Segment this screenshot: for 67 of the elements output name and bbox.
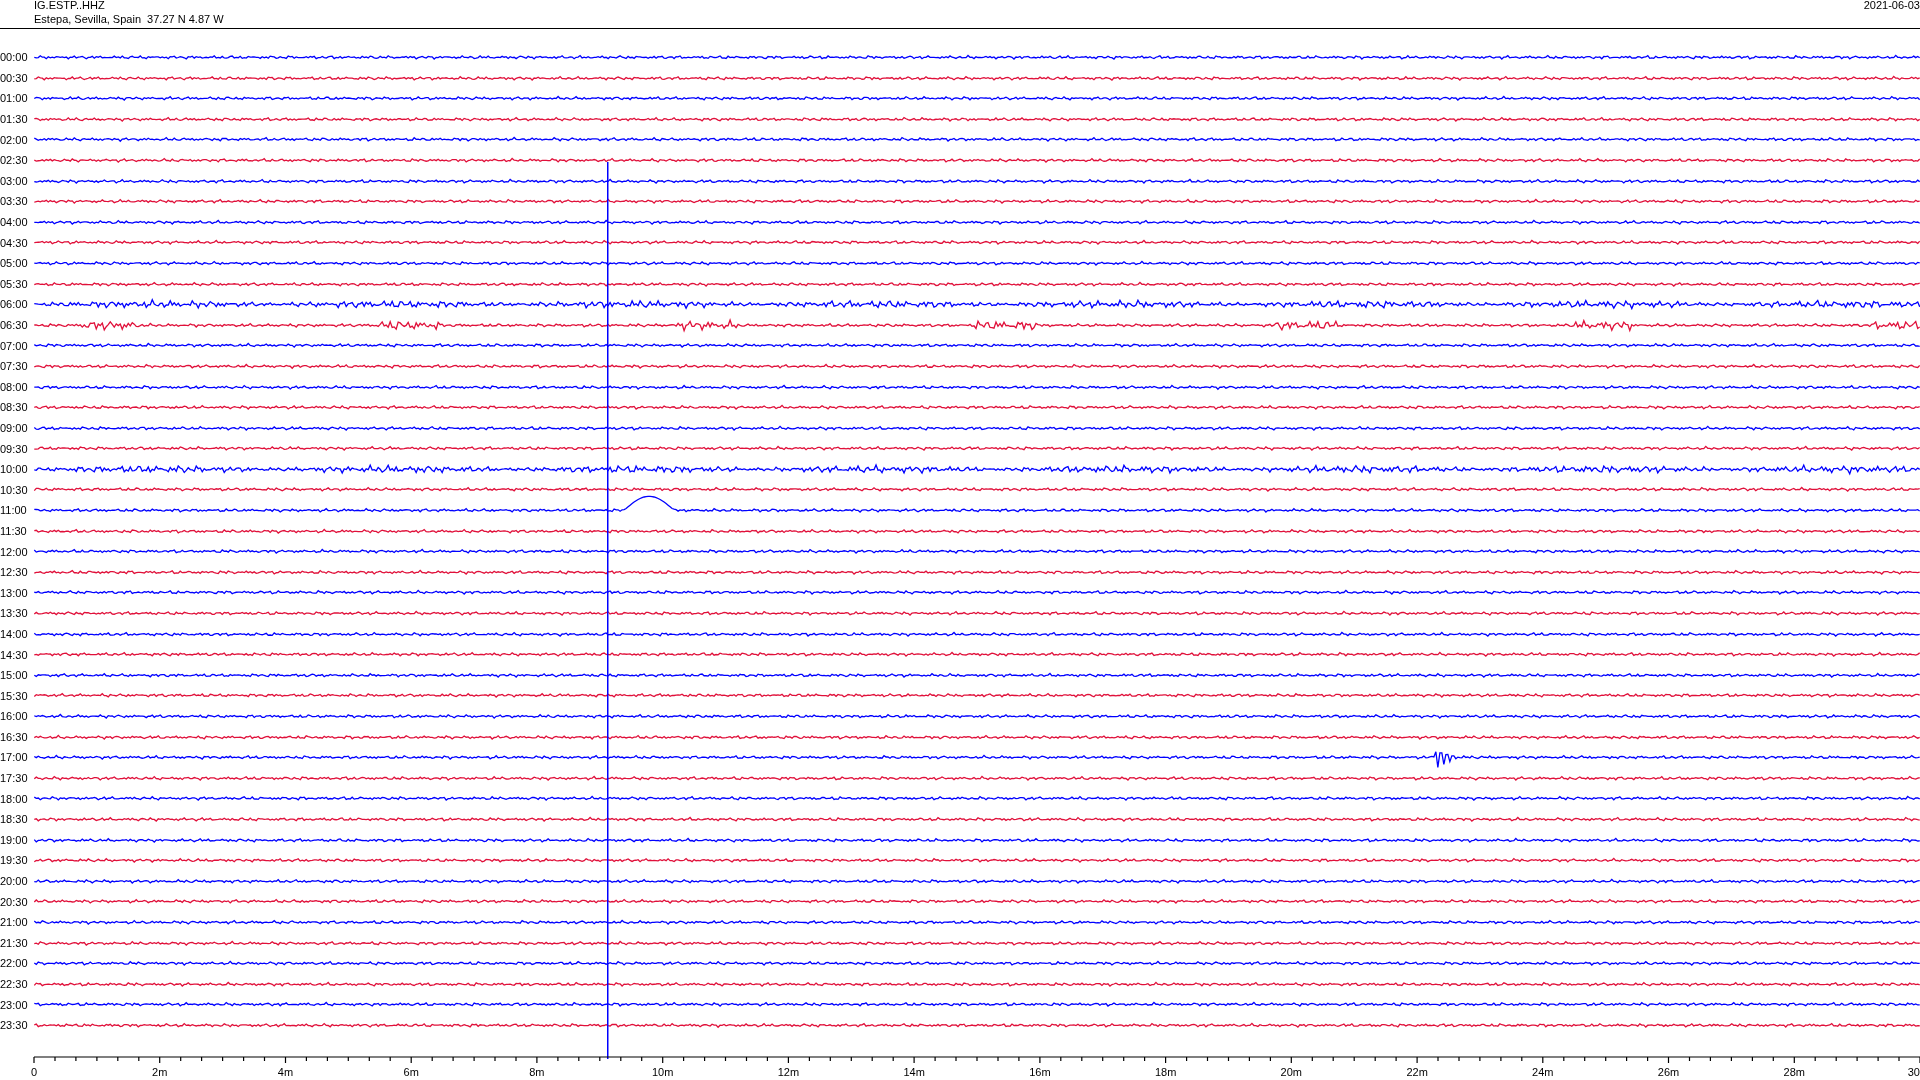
axis-tick-label: 16m xyxy=(1029,1066,1051,1078)
axis-tick-label: 12m xyxy=(777,1066,800,1078)
time-label: 02:00 xyxy=(0,133,29,146)
time-label: 15:30 xyxy=(0,689,29,702)
time-label: 07:00 xyxy=(0,339,29,352)
time-label: 21:00 xyxy=(0,916,29,929)
time-label: 06:30 xyxy=(0,319,29,331)
time-label: 21:30 xyxy=(0,936,29,949)
time-label: 20:30 xyxy=(0,895,29,908)
time-label: 16:00 xyxy=(0,710,29,723)
time-label: 18:00 xyxy=(0,792,29,805)
axis-tick-label: 0 xyxy=(30,1066,38,1078)
time-label: 22:30 xyxy=(0,978,29,990)
axis-tick-label: 4m xyxy=(277,1066,294,1078)
time-label: 04:00 xyxy=(0,216,29,229)
time-label: 17:30 xyxy=(0,772,29,785)
time-label: 14:00 xyxy=(0,627,29,640)
time-label: 18:30 xyxy=(0,813,29,826)
time-label: 23:00 xyxy=(0,998,29,1011)
time-label: 23:30 xyxy=(0,1019,29,1032)
time-label: 01:30 xyxy=(0,113,29,126)
time-label: 14:30 xyxy=(0,648,29,661)
time-label: 16:30 xyxy=(0,730,29,743)
time-label: 19:00 xyxy=(0,833,29,846)
time-label: 06:00 xyxy=(0,298,29,311)
station-code: IG.ESTP..HHZ xyxy=(34,0,106,12)
axis-tick-label: 22m xyxy=(1406,1066,1428,1078)
time-label: 03:00 xyxy=(0,174,29,187)
time-label: 05:00 xyxy=(0,257,29,270)
axis-tick-label: 20m xyxy=(1280,1066,1302,1078)
station-location: Estepa, Sevilla, Spain 37.27 N 4.87 W xyxy=(34,12,224,26)
axis-tick-label: 2m xyxy=(152,1066,168,1078)
time-label: 10:30 xyxy=(0,483,29,496)
time-label: 08:30 xyxy=(0,401,29,414)
time-label: 08:00 xyxy=(0,380,29,393)
date-label: 2021-06-03 xyxy=(1863,0,1920,13)
time-label: 13:00 xyxy=(0,586,29,599)
time-label: 00:30 xyxy=(0,71,29,84)
axis-tick-label: 24m xyxy=(1532,1066,1554,1078)
axis-tick-label: 18m xyxy=(1154,1066,1177,1078)
time-label: 15:00 xyxy=(0,669,29,682)
time-label: 00:00 xyxy=(0,51,29,64)
axis-tick-label: 8m xyxy=(529,1066,545,1078)
time-label: 19:30 xyxy=(0,854,29,867)
time-label: 09:00 xyxy=(0,422,29,434)
time-label: 09:30 xyxy=(0,442,29,455)
time-label: 17:00 xyxy=(0,751,29,764)
time-label: 11:30 xyxy=(0,524,28,537)
axis-tick-label: 14m xyxy=(903,1066,925,1078)
time-label: 12:30 xyxy=(0,566,29,579)
time-label: 12:00 xyxy=(0,545,29,558)
time-label: 01:00 xyxy=(0,92,29,105)
time-label: 02:30 xyxy=(0,154,29,167)
time-label: 11:00 xyxy=(0,504,28,517)
axis-tick-label: 26m xyxy=(1657,1066,1680,1078)
axis-tick-label: 6m xyxy=(403,1066,419,1078)
time-label: 20:00 xyxy=(0,875,29,888)
time-label: 05:30 xyxy=(0,277,29,290)
time-label: 22:00 xyxy=(0,957,29,970)
time-label: 03:30 xyxy=(0,195,29,208)
time-label: 10:00 xyxy=(0,463,29,476)
axis-tick-label: 28m xyxy=(1783,1066,1805,1078)
axis-tick-label: 10m xyxy=(652,1066,674,1078)
axis-tick-label: 30 xyxy=(1907,1066,1920,1078)
time-label: 04:30 xyxy=(0,236,29,249)
time-label: 07:30 xyxy=(0,360,29,373)
time-label: 13:30 xyxy=(0,607,29,620)
